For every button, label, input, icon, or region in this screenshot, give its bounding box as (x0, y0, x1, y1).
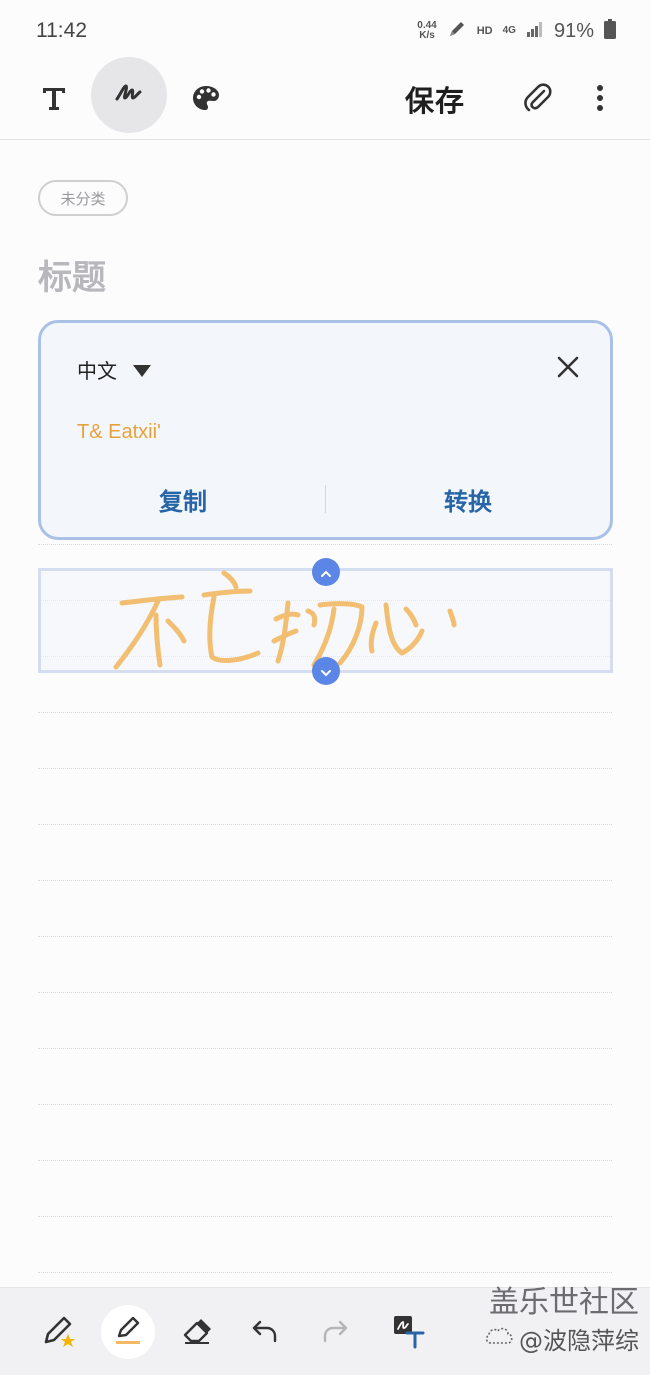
text-icon (40, 84, 68, 116)
ruled-line (38, 936, 612, 937)
watermark: 盖乐世社区 @波隐萍综 (455, 1275, 645, 1365)
pen-status-icon (447, 19, 467, 43)
pen-star-icon (40, 1312, 78, 1354)
network-speed: 0.44 K/s (417, 21, 436, 41)
undo-icon (251, 1318, 279, 1348)
handwriting-mode-button[interactable] (91, 57, 167, 133)
watermark-user: @波隐萍综 (483, 1321, 639, 1356)
hd-badge: HD (476, 25, 493, 37)
ruled-line (38, 824, 612, 825)
ruled-line (38, 1216, 612, 1217)
ruled-line (38, 880, 612, 881)
category-chip[interactable]: 未分类 (38, 180, 128, 216)
handwriting-recognition-card: 中文 T& Eatxii' 复制 转换 (38, 320, 613, 540)
status-icons: 0.44 K/s HD 4G 91% (417, 19, 616, 43)
convert-button[interactable]: 转换 (326, 482, 610, 517)
more-options-button[interactable] (580, 76, 620, 124)
redo-icon (321, 1318, 349, 1348)
recognized-text: T& Eatxii' (77, 421, 161, 443)
chevron-down-icon (320, 662, 332, 681)
signal-icon (526, 21, 544, 41)
handwriting-to-text-icon (390, 1313, 426, 1353)
battery-level: 91% (553, 19, 594, 42)
favorite-pen-button[interactable] (34, 1308, 84, 1358)
ruled-line (38, 1104, 612, 1105)
redo-button[interactable] (310, 1308, 360, 1358)
network-type: 4G (502, 25, 516, 36)
background-palette-button[interactable] (182, 76, 230, 124)
network-speed-unit: K/s (419, 30, 435, 41)
watermark-username: @波隐萍综 (519, 1327, 639, 1355)
copy-button[interactable]: 复制 (41, 482, 325, 517)
chevron-up-icon (320, 563, 332, 582)
selection-handle-bottom[interactable] (312, 657, 340, 685)
handwriting-strokes (113, 570, 457, 670)
ruled-line (38, 712, 612, 713)
ruled-line (38, 1272, 612, 1273)
eraser-button[interactable] (172, 1308, 222, 1358)
close-icon (557, 356, 579, 382)
handwriting-icon (112, 76, 146, 114)
note-title-input[interactable]: 标题 (38, 250, 106, 299)
battery-icon (604, 19, 616, 43)
ruled-line (38, 1160, 612, 1161)
more-vertical-icon (596, 84, 604, 116)
status-bar: 11:42 0.44 K/s HD 4G 91% (0, 0, 650, 62)
ruled-line (38, 768, 612, 769)
ruled-line (38, 544, 612, 545)
palette-icon (191, 83, 221, 117)
ruled-line (38, 1048, 612, 1049)
recognition-actions: 复制 转换 (41, 479, 610, 519)
save-button[interactable]: 保存 (405, 74, 465, 124)
eraser-icon (181, 1317, 213, 1349)
paperclip-icon (523, 82, 553, 118)
editor-toolbar: 保存 (0, 57, 650, 140)
watermark-community: 盖乐世社区 (489, 1285, 639, 1320)
attach-button[interactable] (514, 76, 562, 124)
selection-handle-top[interactable] (312, 558, 340, 586)
ruled-line (38, 992, 612, 993)
pen-tool-button[interactable] (101, 1305, 155, 1359)
cloud-icon (483, 1325, 515, 1353)
status-time: 11:42 (36, 19, 87, 42)
convert-to-text-button[interactable] (383, 1308, 433, 1358)
dropdown-caret-icon (133, 364, 151, 377)
language-dropdown[interactable]: 中文 (77, 355, 151, 384)
undo-button[interactable] (240, 1308, 290, 1358)
language-label: 中文 (77, 359, 117, 383)
pen-icon (113, 1314, 143, 1350)
close-recognition-button[interactable] (550, 351, 586, 387)
text-mode-button[interactable] (30, 76, 78, 124)
